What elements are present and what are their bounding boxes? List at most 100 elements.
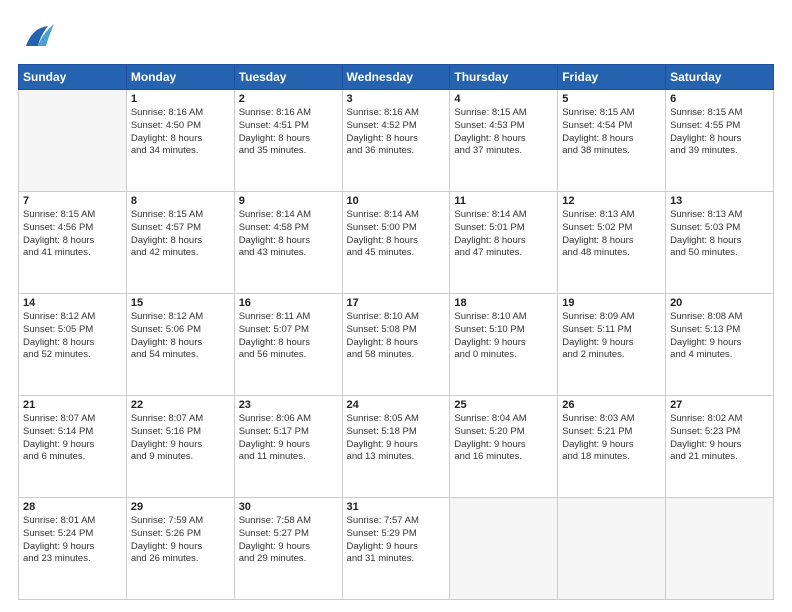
calendar-cell: 17Sunrise: 8:10 AM Sunset: 5:08 PM Dayli… — [342, 294, 450, 396]
day-number: 23 — [239, 399, 338, 411]
day-number: 8 — [131, 195, 230, 207]
calendar-cell: 31 Sunrise: 7:57 AM Sunset: 5:29 PM Dayli… — [342, 498, 450, 600]
weekday-header: Saturday — [666, 65, 774, 90]
day-info: Sunrise: 8:12 AM Sunset: 5:06 PM Dayligh… — [131, 311, 230, 362]
day-number: 14 — [23, 297, 122, 309]
calendar-cell: 15 Sunrise: 8:12 AM Sunset: 5:06 PM Dayli… — [126, 294, 234, 396]
day-info: Sunrise: 8:13 AM Sunset: 5:03 PM Dayligh… — [670, 209, 769, 260]
calendar-cell: 4 Sunrise: 8:15 AM Sunset: 4:53 PM Daylig… — [450, 90, 558, 192]
calendar-cell: 26 Sunrise: 8:03 AM Sunset: 5:21 PM Dayli… — [558, 396, 666, 498]
calendar-cell: 6 Sunrise: 8:15 AM Sunset: 4:55 PM Daylig… — [666, 90, 774, 192]
day-number: 6 — [670, 93, 769, 105]
day-number: 26 — [562, 399, 661, 411]
day-number: 2 — [239, 93, 338, 105]
calendar-cell: 18Sunrise: 8:10 AM Sunset: 5:10 PM Dayli… — [450, 294, 558, 396]
day-number: 27 — [670, 399, 769, 411]
day-number: 9 — [239, 195, 338, 207]
calendar-cell: 28 Sunrise: 8:01 AM Sunset: 5:24 PM Dayli… — [19, 498, 127, 600]
calendar-cell: 7 Sunrise: 8:15 AM Sunset: 4:56 PM Daylig… — [19, 192, 127, 294]
calendar-cell: 13 Sunrise: 8:13 AM Sunset: 5:03 PM Dayli… — [666, 192, 774, 294]
calendar-table: SundayMondayTuesdayWednesdayThursdayFrid… — [18, 64, 774, 600]
day-number: 13 — [670, 195, 769, 207]
day-number: 22 — [131, 399, 230, 411]
day-info: Sunrise: 8:07 AM Sunset: 5:16 PM Dayligh… — [131, 413, 230, 464]
page-header — [18, 18, 774, 56]
day-info: Sunrise: 8:03 AM Sunset: 5:21 PM Dayligh… — [562, 413, 661, 464]
day-info: Sunrise: 8:15 AM Sunset: 4:56 PM Dayligh… — [23, 209, 122, 260]
day-info: Sunrise: 8:15 AM Sunset: 4:54 PM Dayligh… — [562, 107, 661, 158]
calendar-week-row: 1 Sunrise: 8:16 AM Sunset: 4:50 PM Daylig… — [19, 90, 774, 192]
calendar-week-row: 28 Sunrise: 8:01 AM Sunset: 5:24 PM Dayli… — [19, 498, 774, 600]
day-info: Sunrise: 8:16 AM Sunset: 4:50 PM Dayligh… — [131, 107, 230, 158]
day-number: 16 — [239, 297, 338, 309]
day-info: Sunrise: 8:15 AM Sunset: 4:57 PM Dayligh… — [131, 209, 230, 260]
day-info: Sunrise: 8:16 AM Sunset: 4:52 PM Dayligh… — [347, 107, 446, 158]
calendar-week-row: 14 Sunrise: 8:12 AM Sunset: 5:05 PM Dayli… — [19, 294, 774, 396]
calendar-cell: 10 Sunrise: 8:14 AM Sunset: 5:00 PM Dayli… — [342, 192, 450, 294]
weekday-header: Monday — [126, 65, 234, 90]
calendar-cell: 24Sunrise: 8:05 AM Sunset: 5:18 PM Dayli… — [342, 396, 450, 498]
day-number: 25 — [454, 399, 553, 411]
calendar-cell: 3 Sunrise: 8:16 AM Sunset: 4:52 PM Daylig… — [342, 90, 450, 192]
calendar-cell: 29Sunrise: 7:59 AM Sunset: 5:26 PM Dayli… — [126, 498, 234, 600]
calendar-cell — [666, 498, 774, 600]
day-info: Sunrise: 8:12 AM Sunset: 5:05 PM Dayligh… — [23, 311, 122, 362]
calendar-week-row: 21 Sunrise: 8:07 AM Sunset: 5:14 PM Dayli… — [19, 396, 774, 498]
day-info: Sunrise: 8:15 AM Sunset: 4:53 PM Dayligh… — [454, 107, 553, 158]
day-info: Sunrise: 8:10 AM Sunset: 5:10 PM Dayligh… — [454, 311, 553, 362]
calendar-cell: 8 Sunrise: 8:15 AM Sunset: 4:57 PM Daylig… — [126, 192, 234, 294]
calendar-header-row: SundayMondayTuesdayWednesdayThursdayFrid… — [19, 65, 774, 90]
day-info: Sunrise: 8:16 AM Sunset: 4:51 PM Dayligh… — [239, 107, 338, 158]
calendar-cell: 23 Sunrise: 8:06 AM Sunset: 5:17 PM Dayli… — [234, 396, 342, 498]
calendar-cell — [558, 498, 666, 600]
day-number: 11 — [454, 195, 553, 207]
day-info: Sunrise: 8:06 AM Sunset: 5:17 PM Dayligh… — [239, 413, 338, 464]
calendar-cell: 30 Sunrise: 7:58 AM Sunset: 5:27 PM Dayli… — [234, 498, 342, 600]
calendar-cell: 11 Sunrise: 8:14 AM Sunset: 5:01 PM Dayli… — [450, 192, 558, 294]
calendar-cell: 25 Sunrise: 8:04 AM Sunset: 5:20 PM Dayli… — [450, 396, 558, 498]
day-info: Sunrise: 7:59 AM Sunset: 5:26 PM Dayligh… — [131, 515, 230, 566]
day-info: Sunrise: 8:04 AM Sunset: 5:20 PM Dayligh… — [454, 413, 553, 464]
weekday-header: Wednesday — [342, 65, 450, 90]
weekday-header: Sunday — [19, 65, 127, 90]
day-info: Sunrise: 7:57 AM Sunset: 5:29 PM Dayligh… — [347, 515, 446, 566]
calendar-cell: 5 Sunrise: 8:15 AM Sunset: 4:54 PM Daylig… — [558, 90, 666, 192]
calendar-week-row: 7 Sunrise: 8:15 AM Sunset: 4:56 PM Daylig… — [19, 192, 774, 294]
day-info: Sunrise: 8:02 AM Sunset: 5:23 PM Dayligh… — [670, 413, 769, 464]
day-info: Sunrise: 8:01 AM Sunset: 5:24 PM Dayligh… — [23, 515, 122, 566]
day-info: Sunrise: 8:13 AM Sunset: 5:02 PM Dayligh… — [562, 209, 661, 260]
day-number: 24 — [347, 399, 446, 411]
day-info: Sunrise: 8:09 AM Sunset: 5:11 PM Dayligh… — [562, 311, 661, 362]
day-number: 28 — [23, 501, 122, 513]
day-number: 20 — [670, 297, 769, 309]
day-info: Sunrise: 8:14 AM Sunset: 5:01 PM Dayligh… — [454, 209, 553, 260]
day-info: Sunrise: 8:14 AM Sunset: 4:58 PM Dayligh… — [239, 209, 338, 260]
day-number: 15 — [131, 297, 230, 309]
day-info: Sunrise: 8:14 AM Sunset: 5:00 PM Dayligh… — [347, 209, 446, 260]
day-number: 4 — [454, 93, 553, 105]
day-number: 19 — [562, 297, 661, 309]
day-info: Sunrise: 8:08 AM Sunset: 5:13 PM Dayligh… — [670, 311, 769, 362]
weekday-header: Tuesday — [234, 65, 342, 90]
day-number: 21 — [23, 399, 122, 411]
day-number: 5 — [562, 93, 661, 105]
day-number: 7 — [23, 195, 122, 207]
calendar-cell — [450, 498, 558, 600]
calendar-cell: 19 Sunrise: 8:09 AM Sunset: 5:11 PM Dayli… — [558, 294, 666, 396]
logo — [18, 18, 62, 56]
calendar-cell: 1 Sunrise: 8:16 AM Sunset: 4:50 PM Daylig… — [126, 90, 234, 192]
day-info: Sunrise: 7:58 AM Sunset: 5:27 PM Dayligh… — [239, 515, 338, 566]
calendar-cell — [19, 90, 127, 192]
day-number: 1 — [131, 93, 230, 105]
day-number: 3 — [347, 93, 446, 105]
day-number: 30 — [239, 501, 338, 513]
day-number: 10 — [347, 195, 446, 207]
day-info: Sunrise: 8:07 AM Sunset: 5:14 PM Dayligh… — [23, 413, 122, 464]
calendar-cell: 9 Sunrise: 8:14 AM Sunset: 4:58 PM Daylig… — [234, 192, 342, 294]
calendar-cell: 14 Sunrise: 8:12 AM Sunset: 5:05 PM Dayli… — [19, 294, 127, 396]
calendar-cell: 22 Sunrise: 8:07 AM Sunset: 5:16 PM Dayli… — [126, 396, 234, 498]
day-info: Sunrise: 8:15 AM Sunset: 4:55 PM Dayligh… — [670, 107, 769, 158]
day-number: 31 — [347, 501, 446, 513]
day-number: 17 — [347, 297, 446, 309]
calendar-cell: 16Sunrise: 8:11 AM Sunset: 5:07 PM Dayli… — [234, 294, 342, 396]
